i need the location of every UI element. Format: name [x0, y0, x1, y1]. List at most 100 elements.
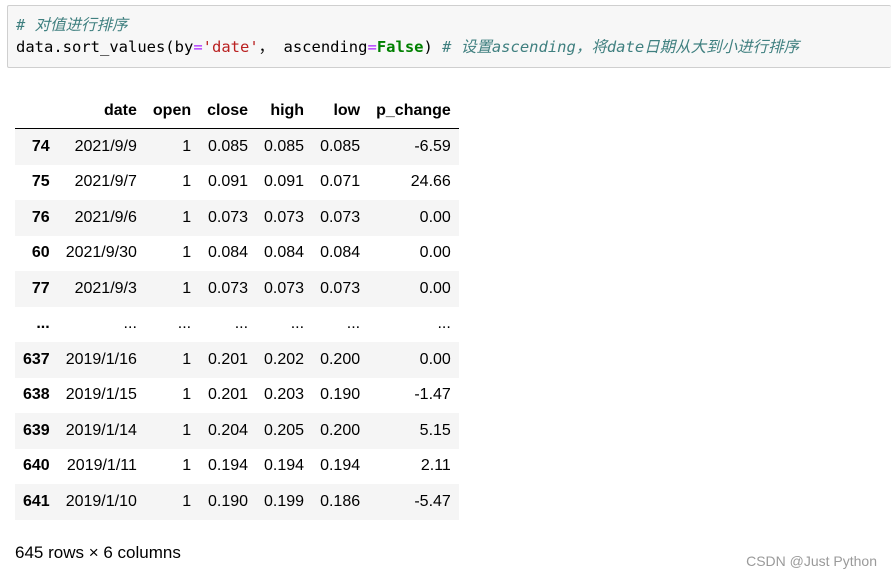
- table-cell: 0.00: [419, 244, 451, 262]
- table-cell: 2019/1/11: [66, 457, 137, 475]
- table-cell: 0.200: [320, 421, 361, 439]
- row-index: 60: [31, 244, 50, 262]
- table-cell: 0.200: [320, 350, 361, 368]
- table-cell: 2019/1/14: [65, 421, 137, 439]
- column-header: [15, 93, 58, 129]
- table-cell: 0.091: [264, 173, 305, 191]
- table-cell: ...: [437, 315, 451, 333]
- table-cell: 0.084: [264, 244, 305, 262]
- table-row: .....................: [15, 307, 459, 343]
- table-cell: 0.073: [207, 208, 249, 226]
- table-cell: -5.47: [414, 492, 451, 510]
- code-keyword: False: [376, 38, 424, 56]
- row-index: 76: [31, 208, 50, 226]
- table-cell: 2021/9/9: [74, 137, 137, 155]
- column-header: close: [199, 93, 257, 129]
- code-comment: # 对值进行排序: [16, 16, 128, 34]
- table-cell: 0.085: [320, 137, 361, 155]
- table-cell: 1: [182, 244, 192, 262]
- table-cell: 0.073: [320, 208, 361, 226]
- table-cell: 0.073: [207, 279, 249, 297]
- table-cell: 0.194: [207, 457, 249, 475]
- table-cell: 0.204: [207, 421, 249, 439]
- row-index: ...: [36, 315, 50, 333]
- row-index: 74: [31, 137, 50, 155]
- table-cell: ...: [346, 315, 361, 333]
- table-cell: 2.11: [420, 457, 451, 475]
- table-cell: 1: [182, 350, 192, 368]
- table-cell: 0.073: [264, 279, 305, 297]
- watermark: CSDN @Just Python: [746, 553, 877, 569]
- row-index: 639: [23, 421, 50, 439]
- table-cell: 0.201: [207, 350, 249, 368]
- table-row: 75 2021/9/7 1 0.091 0.091 0.071 24.66: [15, 165, 459, 201]
- code-string: 'date': [202, 38, 259, 56]
- table-cell: 2021/9/3: [74, 279, 137, 297]
- row-index: 638: [23, 386, 50, 404]
- code-comment: # 设置ascending，将date日期从大到小进行排序: [442, 38, 800, 56]
- table-cell: 2021/9/6: [74, 208, 137, 226]
- table-cell: 0.201: [207, 386, 249, 404]
- table-cell: 1: [182, 173, 192, 191]
- table-cell: 0.203: [264, 386, 305, 404]
- code-text: data.sort_values(by: [16, 38, 194, 56]
- column-header: date: [57, 93, 145, 129]
- table-cell: 0.091: [207, 173, 249, 191]
- row-index: 640: [23, 457, 50, 475]
- column-header: open: [144, 93, 200, 129]
- table-cell: 1: [182, 137, 192, 155]
- table-cell: 0.071: [320, 173, 361, 191]
- table-cell: 1: [182, 421, 192, 439]
- table-cell: 2021/9/30: [65, 244, 137, 262]
- code-operator: =: [193, 38, 203, 56]
- table-cell: 24.66: [410, 173, 451, 191]
- code-text: ， ascending: [258, 38, 368, 56]
- table-row: 77 2021/9/3 1 0.073 0.073 0.073 0.00: [15, 271, 459, 307]
- table-row: 74 2021/9/9 1 0.085 0.085 0.085 -6.59: [15, 128, 459, 165]
- row-index: 641: [23, 492, 50, 510]
- table-cell: 0.073: [264, 208, 305, 226]
- table-cell: 1: [182, 386, 192, 404]
- table-cell: 0.190: [207, 492, 249, 510]
- table-cell: 0.190: [320, 386, 361, 404]
- table-cell: 0.084: [207, 244, 249, 262]
- table-cell: 1: [182, 208, 192, 226]
- code-editor[interactable]: # 对值进行排序 data.sort_values(by='date'， asc…: [16, 14, 799, 58]
- table-cell: 0.00: [419, 208, 451, 226]
- row-index: 75: [31, 173, 50, 191]
- table-cell: 0.084: [320, 244, 361, 262]
- code-cell[interactable]: # 对值进行排序 data.sort_values(by='date'， asc…: [7, 5, 891, 68]
- table-cell: ...: [290, 315, 305, 333]
- table-cell: 0.186: [320, 492, 361, 510]
- table-cell: 0.205: [264, 421, 305, 439]
- table-cell: 0.085: [264, 137, 305, 155]
- table-cell: 2019/1/16: [65, 350, 137, 368]
- table-row: 637 2019/1/16 1 0.201 0.202 0.200 0.00: [15, 342, 459, 378]
- table-cell: 0.00: [419, 350, 451, 368]
- table-cell: -6.59: [414, 137, 451, 155]
- table-row: 640 2019/1/11 1 0.194 0.194 0.194 2.11: [15, 449, 459, 485]
- table-cell: 1: [182, 492, 192, 510]
- table-cell: 0.194: [264, 457, 305, 475]
- table-cell: 0.085: [207, 137, 249, 155]
- code-operator: =: [367, 38, 377, 56]
- table-row: 60 2021/9/30 1 0.084 0.084 0.084 0.00: [15, 236, 459, 272]
- table-cell: 1: [182, 457, 192, 475]
- table-cell: 0.00: [419, 279, 451, 297]
- table-header-row: date open close high low p_change: [15, 93, 459, 129]
- table-cell: 2019/1/10: [65, 492, 137, 510]
- table-cell: ...: [123, 315, 137, 333]
- dataframe-table: date open close high low p_change 74 2021/9/9 1…: [15, 93, 459, 520]
- dataframe-shape: 645 rows × 6 columns: [15, 543, 181, 562]
- table-row: 641 2019/1/10 1 0.190 0.199 0.186 -5.47: [15, 484, 459, 520]
- table-cell: 0.199: [264, 492, 305, 510]
- column-header: high: [256, 93, 313, 129]
- table-cell: 5.15: [419, 421, 451, 439]
- table-cell: 0.194: [320, 457, 361, 475]
- row-index: 637: [23, 350, 50, 368]
- table-cell: ...: [234, 315, 249, 333]
- table-cell: 2021/9/7: [74, 173, 137, 191]
- table-row: 76 2021/9/6 1 0.073 0.073 0.073 0.00: [15, 200, 459, 236]
- row-index: 77: [31, 279, 50, 297]
- table-cell: -1.47: [414, 386, 451, 404]
